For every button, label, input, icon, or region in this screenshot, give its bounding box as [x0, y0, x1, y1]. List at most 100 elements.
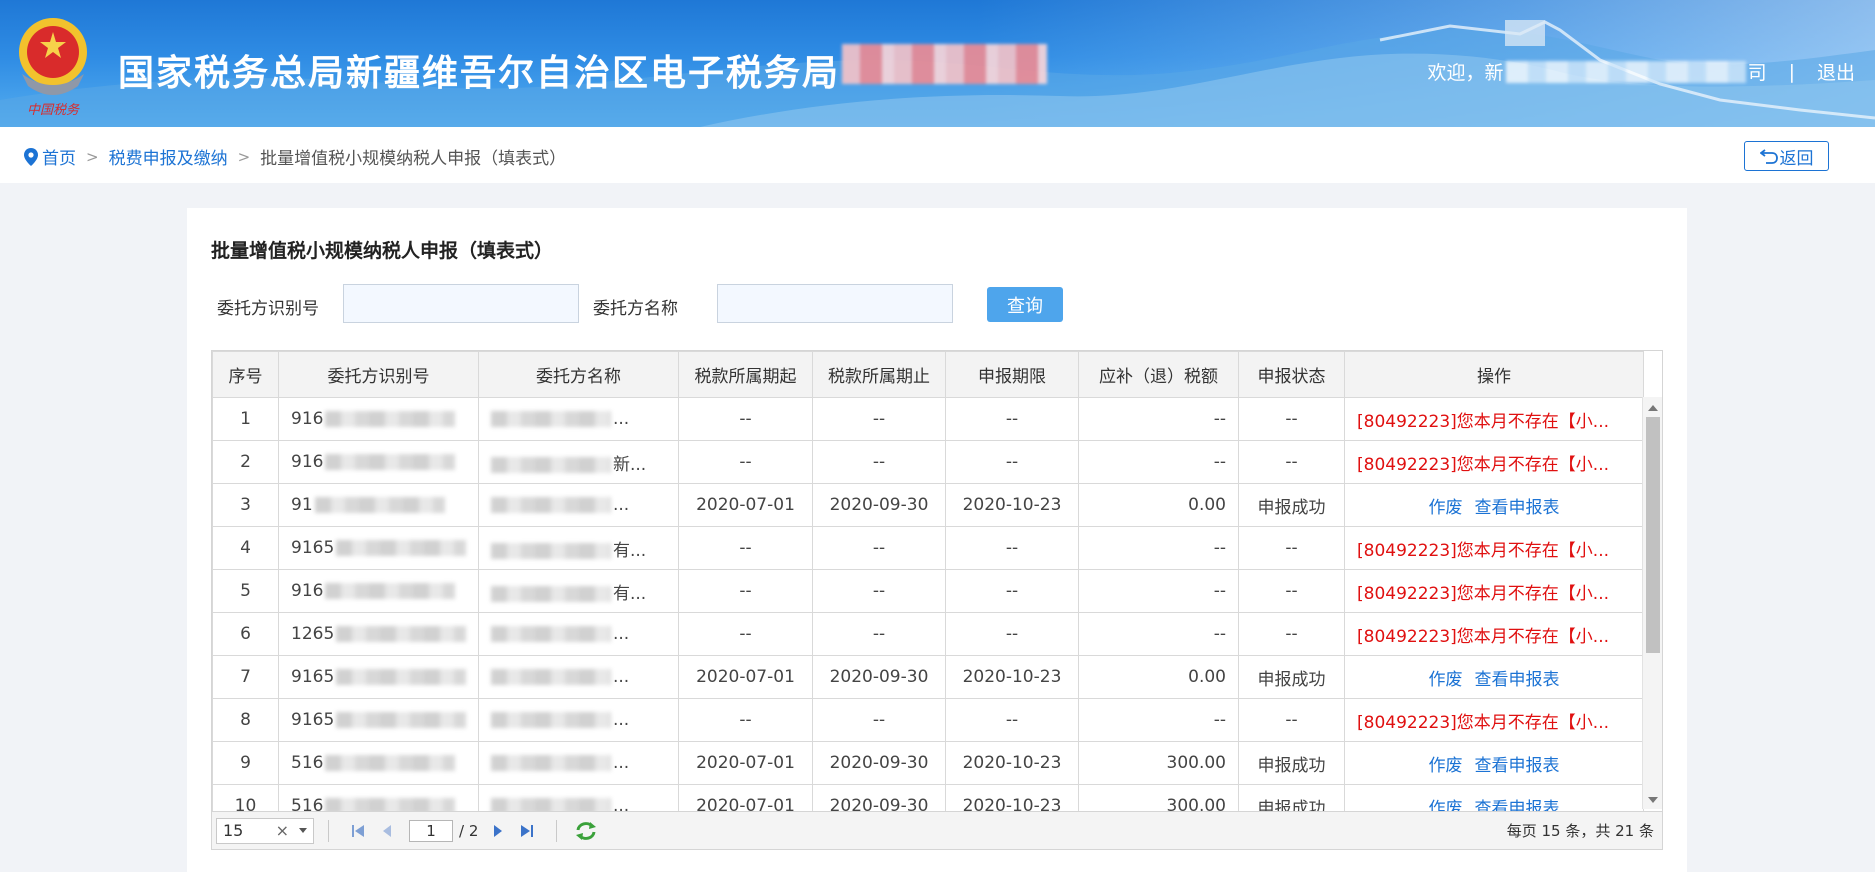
- welcome-area: 欢迎，新 司 | 退出: [1428, 58, 1855, 85]
- client-name-visible: 有...: [613, 583, 647, 604]
- client-id-input[interactable]: [343, 284, 579, 323]
- welcome-suffix: 司: [1747, 62, 1767, 84]
- table-row[interactable]: 2 916 新... -- -- -- -- -- [80492223]您本月不存在【小...: [212, 440, 1644, 484]
- table-body: 1 916... -- -- -- -- -- [80492223]您本月不存在【小... 2 9…: [212, 397, 1644, 828]
- table-row[interactable]: 6 1265... -- -- -- -- -- [80492223]您本月不存在【小...: [212, 612, 1644, 656]
- actions-cell: 作废 查看申报表: [1344, 741, 1644, 785]
- table-row[interactable]: 1 916... -- -- -- -- -- [80492223]您本月不存在【小...: [212, 397, 1644, 441]
- void-link[interactable]: 作废: [1429, 498, 1463, 518]
- column-header[interactable]: 申报期限: [945, 351, 1079, 398]
- redacted-text: [336, 669, 467, 685]
- scroll-down-arrow-icon[interactable]: [1648, 797, 1658, 803]
- status-cell: --: [1238, 526, 1345, 570]
- breadcrumb-bar: 首页 > 税费申报及缴纳 > 批量增值税小规模纳税人申报（填表式） 返回: [0, 127, 1875, 183]
- column-header[interactable]: 委托方名称: [478, 351, 679, 398]
- pager-divider: [328, 819, 329, 842]
- tax-amount-cell: --: [1078, 569, 1239, 613]
- breadcrumb-separator: >: [237, 147, 251, 166]
- column-header[interactable]: 委托方识别号: [278, 351, 479, 398]
- redacted-text: [491, 542, 611, 559]
- error-message-cell: [80492223]您本月不存在【小...: [1344, 440, 1644, 484]
- client-name-visible: ...: [613, 753, 630, 773]
- table-row[interactable]: 4 9165 有... -- -- -- -- -- [80492223]您本月不存在【小...: [212, 526, 1644, 570]
- client-id-cell: 9165: [278, 526, 479, 570]
- breadcrumb-home[interactable]: 首页: [42, 144, 76, 169]
- client-name-visible: ...: [613, 667, 630, 687]
- view-declaration-link[interactable]: 查看申报表: [1475, 498, 1560, 518]
- first-page-icon[interactable]: [351, 824, 365, 838]
- row-number: 9: [212, 741, 279, 785]
- page-size-value: 15: [223, 821, 244, 840]
- scroll-up-arrow-icon[interactable]: [1648, 405, 1658, 411]
- client-id-visible: 1265: [291, 624, 335, 644]
- chevron-down-icon[interactable]: [299, 828, 307, 833]
- next-page-icon[interactable]: [492, 824, 504, 838]
- row-number: 5: [212, 569, 279, 613]
- client-id-visible: 916: [291, 452, 324, 472]
- clear-icon[interactable]: ×: [276, 821, 289, 840]
- column-header[interactable]: 应补（退）税额: [1078, 351, 1239, 398]
- scrollbar-thumb[interactable]: [1646, 417, 1660, 653]
- client-name-cell: ...: [478, 655, 679, 699]
- deadline-cell: --: [945, 397, 1079, 441]
- redacted-text: [325, 454, 456, 470]
- row-number: 3: [212, 483, 279, 527]
- client-name-visible: ...: [613, 495, 630, 515]
- breadcrumb-tax-declaration[interactable]: 税费申报及缴纳: [109, 144, 228, 169]
- view-declaration-link[interactable]: 查看申报表: [1475, 756, 1560, 776]
- period-end-cell: --: [812, 440, 946, 484]
- error-message-cell: [80492223]您本月不存在【小...: [1344, 698, 1644, 742]
- table-row[interactable]: 7 9165... 2020-07-01 2020-09-30 2020-10-23 0.…: [212, 655, 1644, 699]
- period-end-cell: 2020-09-30: [812, 741, 946, 785]
- column-header[interactable]: 税款所属期起: [678, 351, 813, 398]
- status-cell: --: [1238, 397, 1345, 441]
- last-page-icon[interactable]: [520, 824, 534, 838]
- logout-link[interactable]: 退出: [1817, 58, 1855, 85]
- svg-text:中国税务: 中国税务: [27, 103, 80, 118]
- period-end-cell: 2020-09-30: [812, 655, 946, 699]
- tax-amount-cell: 300.00: [1078, 741, 1239, 785]
- table-row[interactable]: 3 91... 2020-07-01 2020-09-30 2020-10-23 0.00…: [212, 483, 1644, 527]
- declaration-panel: 批量增值税小规模纳税人申报（填表式） 委托方识别号 委托方名称 查询 序号 委托…: [187, 208, 1687, 872]
- table-row[interactable]: 5 916 有... -- -- -- -- -- [80492223]您本月不存在【小...: [212, 569, 1644, 613]
- tax-amount-cell: --: [1078, 612, 1239, 656]
- void-link[interactable]: 作废: [1429, 756, 1463, 776]
- redacted-text: [491, 411, 611, 427]
- redacted-text: [491, 755, 611, 771]
- table-row[interactable]: 8 9165... -- -- -- -- -- [80492223]您本月不存在【小...: [212, 698, 1644, 742]
- table-row[interactable]: 9 516... 2020-07-01 2020-09-30 2020-10-23 300…: [212, 741, 1644, 785]
- row-number: 2: [212, 440, 279, 484]
- redacted-text: [491, 456, 611, 473]
- query-button[interactable]: 查询: [987, 287, 1063, 322]
- total-pages-text: / 2: [459, 821, 479, 840]
- return-arrow-icon: [1759, 149, 1778, 164]
- deadline-cell: --: [945, 698, 1079, 742]
- deadline-cell: 2020-10-23: [945, 483, 1079, 527]
- client-id-visible: 516: [291, 753, 324, 773]
- client-id-cell: 9165: [278, 698, 479, 742]
- deadline-cell: --: [945, 569, 1079, 613]
- client-name-cell: 有...: [478, 526, 679, 570]
- back-button[interactable]: 返回: [1744, 141, 1829, 171]
- row-number: 8: [212, 698, 279, 742]
- redacted-region: [842, 44, 1047, 84]
- column-header[interactable]: 操作: [1344, 351, 1644, 398]
- client-name-visible: ...: [613, 409, 630, 429]
- client-id-visible: 916: [291, 409, 324, 429]
- current-page-input[interactable]: 1: [409, 819, 453, 842]
- column-header[interactable]: 序号: [212, 351, 279, 398]
- redacted-text: [491, 626, 611, 642]
- column-header[interactable]: 申报状态: [1238, 351, 1345, 398]
- deadline-cell: --: [945, 440, 1079, 484]
- client-name-cell: ...: [478, 612, 679, 656]
- page-size-select[interactable]: 15 ×: [216, 817, 314, 844]
- client-name-input[interactable]: [717, 284, 953, 323]
- client-name-label: 委托方名称: [593, 299, 678, 319]
- column-header[interactable]: 税款所属期止: [812, 351, 946, 398]
- void-link[interactable]: 作废: [1429, 670, 1463, 690]
- view-declaration-link[interactable]: 查看申报表: [1475, 670, 1560, 690]
- table-header-row: 序号 委托方识别号 委托方名称 税款所属期起 税款所属期止 申报期限 应补（退）…: [212, 351, 1644, 398]
- previous-page-icon[interactable]: [381, 824, 393, 838]
- refresh-icon[interactable]: [575, 821, 597, 841]
- vertical-scrollbar[interactable]: [1642, 397, 1662, 809]
